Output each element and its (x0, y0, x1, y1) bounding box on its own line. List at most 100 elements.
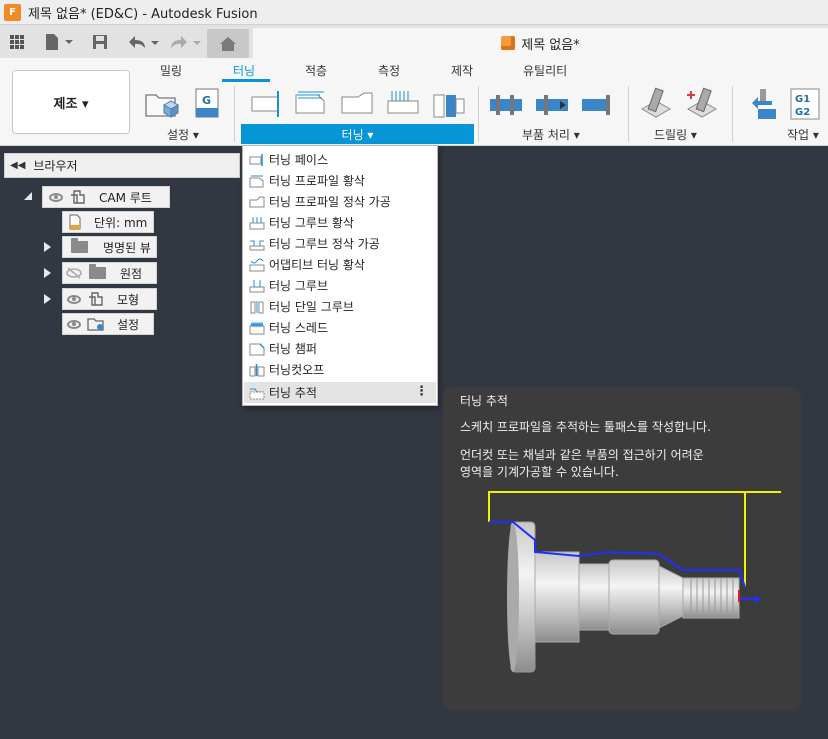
menu-item-label: 터닝 추적 (269, 386, 317, 400)
undo-icon[interactable] (124, 30, 160, 53)
menu-item-trace[interactable]: 터닝 추적 ⋮ (244, 382, 436, 403)
tree-node-label: CAM 루트 (99, 190, 152, 205)
tab-inspection[interactable]: 측정 (378, 62, 400, 79)
expand-right-icon[interactable] (44, 242, 51, 252)
menu-item-groove-roughing[interactable]: 터닝 그루브 황삭 (244, 212, 436, 233)
visibility-eye-icon[interactable] (67, 319, 81, 329)
turning-profile-roughing-icon[interactable] (294, 87, 330, 121)
svg-text:G1: G1 (795, 94, 810, 105)
turning-face-icon (249, 153, 263, 166)
more-vertical-icon[interactable]: ⋮ (415, 384, 428, 399)
menu-item-chamfer[interactable]: 터닝 챔퍼 (244, 338, 436, 359)
turning-trace-illustration (488, 491, 781, 673)
home-button[interactable] (207, 29, 249, 58)
tree-node-models[interactable]: 모형 (62, 288, 157, 310)
tree-node-label: 단위: mm (94, 215, 148, 230)
visibility-eye-icon[interactable] (67, 294, 81, 304)
tooltip-description: 스케치 프로파일을 추적하는 툴패스를 작성합니다. (460, 420, 711, 434)
menu-item-turning-face[interactable]: 터닝 페이스 (244, 149, 436, 170)
browser-header[interactable]: ◀◀ 브라우저 (4, 153, 240, 178)
tooltip-title: 터닝 추적 (460, 394, 508, 408)
tooltip-detail-line2: 영역을 기계가공할 수 있습니다. (460, 465, 619, 479)
menu-item-profile-finishing[interactable]: 터닝 프로파일 정삭 가공 (244, 191, 436, 212)
tab-fabrication[interactable]: 제작 (451, 62, 473, 79)
menu-item-label: 터닝 프로파일 정삭 가공 (269, 195, 391, 209)
tree-node-cam-root[interactable]: CAM 루트 (42, 186, 170, 208)
ribbon-separator (234, 86, 235, 142)
drill-icon[interactable] (638, 87, 674, 121)
menu-item-single-groove[interactable]: 터닝 단일 그루브 (244, 296, 436, 317)
simulate-icon[interactable] (744, 87, 780, 121)
menu-item-label: 터닝 챔퍼 (269, 342, 317, 356)
tab-milling[interactable]: 밀링 (160, 62, 182, 79)
menu-item-groove-finishing[interactable]: 터닝 그루브 정삭 가공 (244, 233, 436, 254)
cam-root-icon (71, 190, 85, 204)
tab-utilities[interactable]: 유틸리티 (523, 62, 567, 79)
part-cutoff-transfer-icon[interactable] (534, 87, 570, 121)
document-tab[interactable]: 제목 없음* (253, 28, 828, 58)
menu-item-label: 터닝 그루브 정삭 가공 (269, 237, 380, 251)
menu-item-label: 터닝 프로파일 황삭 (269, 174, 365, 188)
window-title: 제목 없음* (ED&C) - Autodesk Fusion (28, 6, 258, 22)
expand-right-icon[interactable] (44, 268, 51, 278)
turning-profile-finishing-icon[interactable] (340, 87, 376, 121)
turning-dropdown-menu: 터닝 페이스 터닝 프로파일 황삭 터닝 프로파일 정삭 가공 터닝 그루브 황… (242, 145, 438, 406)
tab-turning[interactable]: 터닝 (233, 62, 255, 79)
turning-cutoff-icon (249, 363, 265, 376)
drill-add-hole-icon[interactable] (684, 87, 720, 121)
turning-groove-roughing-icon[interactable] (386, 87, 422, 121)
turning-face-icon[interactable] (250, 87, 286, 121)
component-icon (501, 36, 516, 50)
group-turning-label[interactable]: 터닝 ▾ (241, 124, 474, 144)
collapse-panel-icon[interactable]: ◀◀ (10, 160, 25, 171)
setup-folder-icon[interactable] (144, 87, 180, 121)
menu-item-cutoff[interactable]: 터닝컷오프 (244, 359, 436, 380)
menu-item-label: 어댑티브 터닝 황삭 (269, 258, 365, 272)
menu-item-label: 터닝 그루브 (269, 279, 329, 293)
menu-item-thread[interactable]: 터닝 스레드 (244, 317, 436, 338)
title-bar: F 제목 없음* (ED&C) - Autodesk Fusion (0, 0, 828, 25)
ribbon-separator (628, 86, 629, 142)
group-setup-label[interactable]: 설정 ▾ (167, 126, 199, 143)
quick-access-toolbar: 제목 없음* (0, 25, 828, 58)
app-grid-icon[interactable] (6, 30, 28, 53)
turning-profile-finishing-icon (249, 196, 265, 207)
file-menu-icon[interactable] (42, 30, 74, 53)
tab-additive[interactable]: 적층 (305, 62, 327, 79)
expand-right-icon[interactable] (44, 294, 51, 304)
group-part-handling-label[interactable]: 부품 처리 ▾ (522, 126, 580, 143)
turning-groove-icon[interactable] (432, 87, 468, 121)
document-settings-icon (69, 214, 81, 230)
visibility-hidden-icon[interactable] (65, 267, 83, 279)
setups-folder-icon (87, 318, 104, 331)
expand-down-icon[interactable] (24, 192, 32, 200)
setup-sheet-icon[interactable]: G (190, 87, 226, 121)
part-transfer-icon[interactable] (488, 87, 524, 121)
turning-groove-icon (249, 279, 265, 292)
tooltip-detail-line1: 언더컷 또는 채널과 같은 부품의 접근하기 어려운 (460, 448, 704, 462)
ribbon-separator (732, 86, 733, 142)
tree-node-named-views[interactable]: 명명된 뷰 (62, 236, 157, 258)
menu-item-label: 터닝 단일 그루브 (269, 300, 354, 314)
tree-node-setups[interactable]: 설정 (62, 313, 154, 335)
group-drilling-label[interactable]: 드릴링 ▾ (654, 126, 697, 143)
group-actions-label[interactable]: 작업 ▾ (787, 126, 819, 143)
tree-node-origin[interactable]: 원점 (62, 262, 157, 284)
menu-item-adaptive-roughing[interactable]: 어댑티브 터닝 황삭 (244, 254, 436, 275)
turning-groove-finishing-icon (249, 240, 265, 250)
menu-item-label: 터닝 그루브 황삭 (269, 216, 354, 230)
home-icon (220, 37, 236, 51)
part-ejection-icon[interactable] (580, 87, 616, 121)
workspace-switcher[interactable]: 제조 ▾ (12, 70, 130, 134)
svg-text:G2: G2 (795, 107, 810, 118)
menu-item-label: 터닝컷오프 (269, 363, 325, 377)
tree-node-units[interactable]: 단위: mm (62, 211, 154, 233)
menu-item-profile-roughing[interactable]: 터닝 프로파일 황삭 (244, 170, 436, 191)
post-process-gcode-icon[interactable]: G1 G2 (788, 87, 824, 121)
save-icon[interactable] (90, 30, 110, 53)
turning-thread-icon (249, 320, 265, 334)
redo-icon[interactable] (166, 30, 202, 53)
menu-item-groove[interactable]: 터닝 그루브 (244, 275, 436, 296)
visibility-eye-icon[interactable] (49, 192, 63, 202)
menu-item-label: 터닝 스레드 (269, 321, 329, 335)
